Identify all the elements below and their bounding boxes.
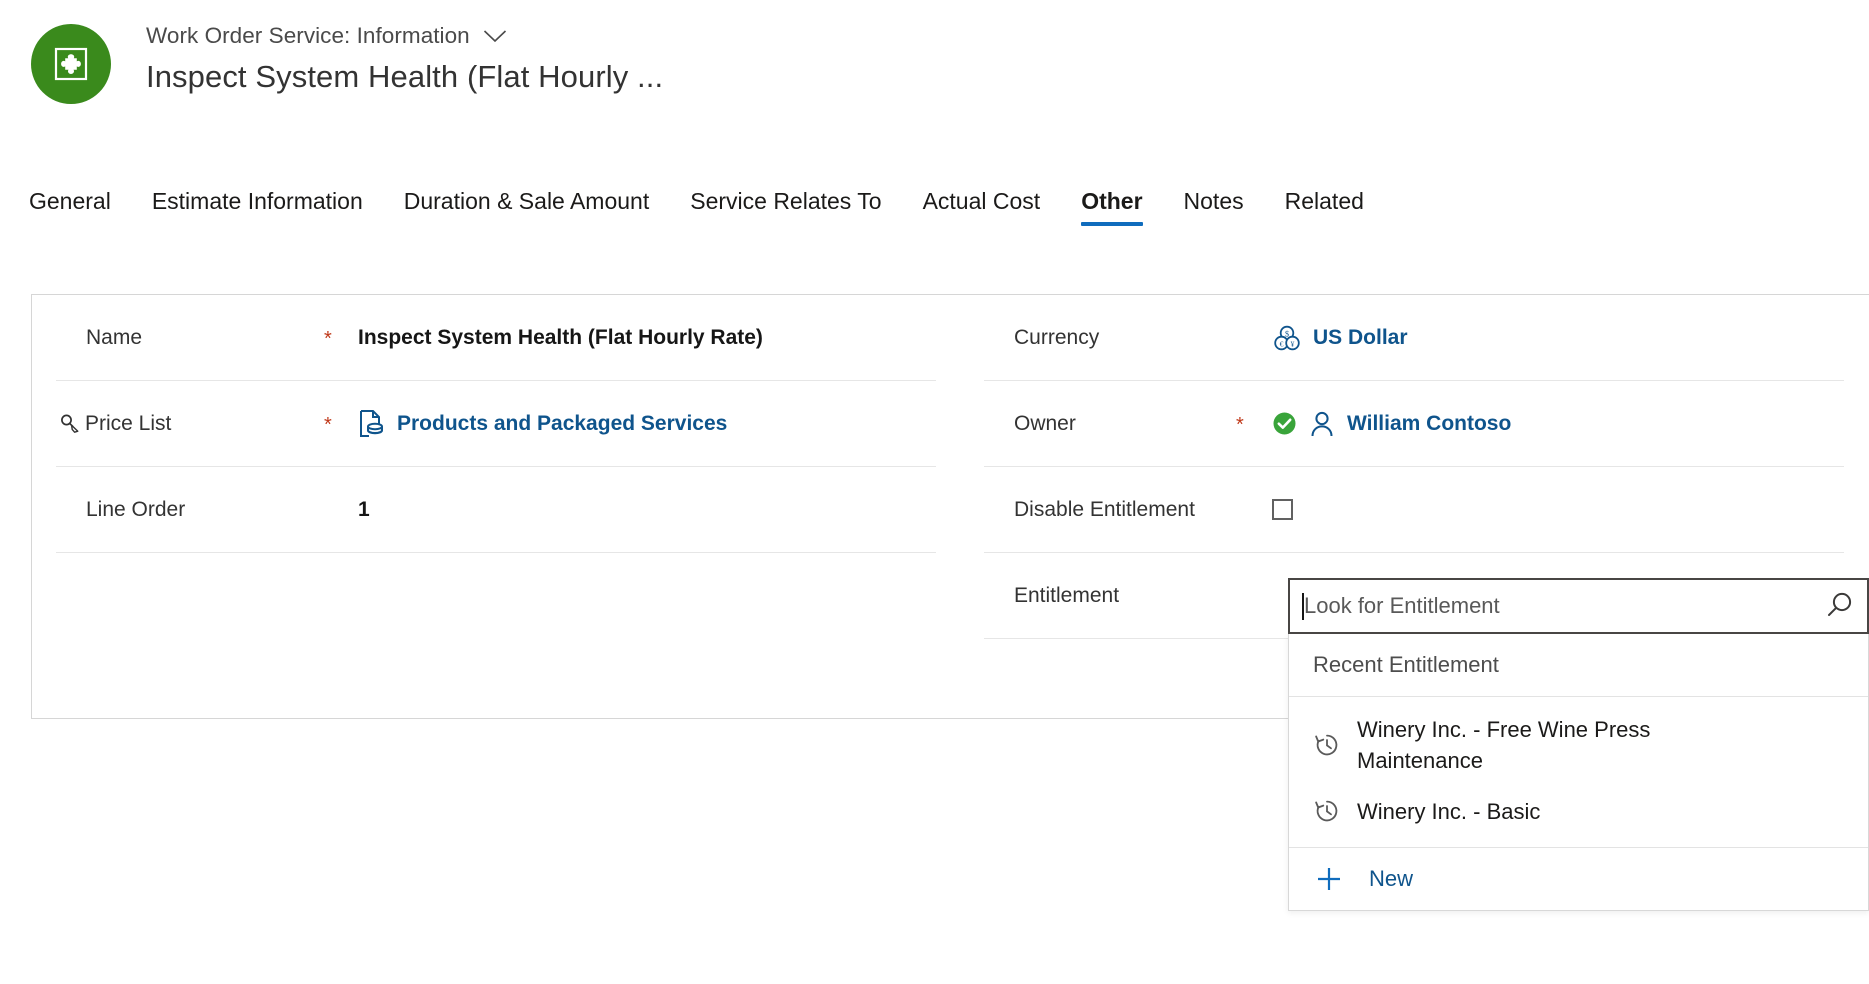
tab-actual-cost[interactable]: Actual Cost — [923, 186, 1041, 228]
entity-avatar — [31, 24, 111, 104]
field-value-name[interactable]: Inspect System Health (Flat Hourly Rate) — [358, 326, 936, 350]
lookup-search-icon — [59, 413, 81, 435]
link-owner[interactable]: William Contoso — [1347, 412, 1511, 436]
chevron-down-icon[interactable] — [483, 29, 507, 43]
user-person-icon — [1308, 409, 1336, 439]
field-value-currency: $ € ¥ US Dollar — [1272, 323, 1844, 353]
list-item-label: Winery Inc. - Free Wine Press Maintenanc… — [1357, 717, 1651, 773]
required-indicator-entitlement — [1236, 594, 1272, 597]
search-magnifier-icon[interactable] — [1811, 580, 1867, 632]
svg-text:¥: ¥ — [1291, 339, 1295, 348]
field-label-disable-entitlement: Disable Entitlement — [1014, 497, 1195, 521]
field-label-line-order: Line Order — [86, 497, 186, 521]
tab-general[interactable]: General — [29, 186, 111, 228]
field-row-line-order: Line Order 1 — [56, 467, 936, 553]
recent-items-list: Winery Inc. - Free Wine Press Maintenanc… — [1289, 697, 1868, 847]
required-indicator-currency — [1236, 336, 1272, 339]
header-text-block: Work Order Service: Information Inspect … — [146, 20, 663, 95]
new-entitlement-button[interactable]: New — [1289, 847, 1868, 910]
app-page: Work Order Service: Information Inspect … — [0, 0, 1869, 984]
recent-history-clock-icon — [1313, 797, 1357, 825]
link-price-list[interactable]: Products and Packaged Services — [397, 412, 727, 436]
field-row-price-list: Price List * Products and Packaged Servi… — [56, 381, 936, 467]
field-label-entitlement: Entitlement — [1014, 583, 1120, 607]
tab-service-relates-to[interactable]: Service Relates To — [690, 186, 881, 228]
field-label-price-list-text: Price List — [85, 411, 172, 435]
list-item-label: Winery Inc. - Basic — [1357, 798, 1541, 824]
required-indicator-name: * — [324, 328, 332, 350]
field-label-price-list: Price List — [56, 412, 324, 436]
breadcrumb[interactable]: Work Order Service: Information — [146, 20, 663, 52]
tab-estimate-information[interactable]: Estimate Information — [152, 186, 363, 228]
required-indicator-line-order — [324, 508, 358, 511]
required-indicator-price-list: * — [324, 414, 332, 436]
recent-history-clock-icon — [1313, 731, 1357, 759]
field-row-left-spacer — [56, 553, 936, 639]
list-item[interactable]: Winery Inc. - Free Wine Press Maintenanc… — [1289, 705, 1868, 785]
tab-related[interactable]: Related — [1285, 186, 1364, 228]
tab-duration-and-sale-amount[interactable]: Duration & Sale Amount — [404, 186, 649, 228]
breadcrumb-label: Work Order Service: Information — [146, 23, 470, 48]
field-row-disable-entitlement: Disable Entitlement — [984, 467, 1844, 553]
field-row-currency: Currency $ € ¥ US Dollar — [984, 295, 1844, 381]
field-row-name: Name * Inspect System Health (Flat Hourl… — [56, 295, 936, 381]
disable-entitlement-checkbox[interactable] — [1272, 499, 1293, 520]
new-entitlement-label: New — [1369, 866, 1414, 891]
svg-text:$: $ — [1285, 329, 1289, 338]
currency-coins-icon: $ € ¥ — [1272, 323, 1302, 353]
field-label-currency: Currency — [1014, 325, 1100, 349]
svg-text:€: € — [1280, 339, 1284, 348]
panel-section-header: Recent Entitlement — [1289, 634, 1868, 697]
form-column-left: Name * Inspect System Health (Flat Hourl… — [32, 295, 960, 718]
tab-other[interactable]: Other — [1081, 186, 1143, 228]
page-title: Inspect System Health (Flat Hourly ... — [146, 59, 664, 94]
tab-notes[interactable]: Notes — [1184, 186, 1244, 228]
required-indicator-owner: * — [1236, 414, 1244, 436]
field-row-owner: Owner * William Contoso — [984, 381, 1844, 467]
entitlement-lookup-input-box[interactable]: Look for Entitlement — [1288, 578, 1869, 634]
green-check-badge-icon — [1272, 411, 1297, 436]
field-value-line-order[interactable]: 1 — [358, 498, 936, 522]
plus-icon — [1314, 864, 1369, 894]
puzzle-piece-icon — [54, 47, 88, 81]
entitlement-lookup-placeholder: Look for Entitlement — [1304, 593, 1500, 618]
entitlement-lookup-panel: Recent Entitlement Winery Inc. - Free Wi… — [1288, 634, 1869, 911]
required-indicator-disable-entitlement — [1236, 508, 1272, 511]
field-label-owner: Owner — [1014, 411, 1076, 435]
link-currency[interactable]: US Dollar — [1313, 326, 1408, 350]
form-tab-bar: General Estimate Information Duration & … — [0, 186, 1869, 240]
list-item[interactable]: Winery Inc. - Basic — [1289, 785, 1868, 837]
field-value-disable-entitlement — [1272, 499, 1844, 520]
field-value-price-list: Products and Packaged Services — [358, 409, 936, 439]
record-header: Work Order Service: Information Inspect … — [0, 0, 1869, 140]
price-list-document-icon — [358, 409, 386, 439]
entitlement-lookup: Look for Entitlement Recent Entitlement — [1288, 578, 1869, 911]
field-value-owner: William Contoso — [1272, 409, 1844, 439]
field-label-name: Name — [86, 325, 143, 349]
